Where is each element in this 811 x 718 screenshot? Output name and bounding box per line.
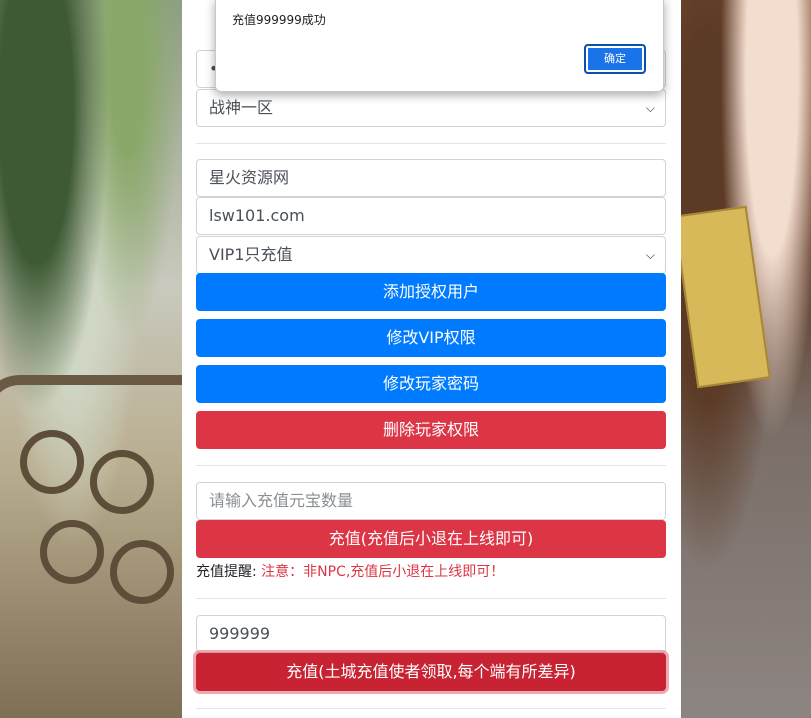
server-select-value: 战神一区 [209,98,274,117]
section-divider [196,143,666,144]
add-user-button[interactable]: 添加授权用户 [196,273,666,311]
section-divider [196,465,666,466]
user-field-value: 星火资源网 [209,168,290,187]
section-divider [196,598,666,599]
bench-curl-decoration [90,450,154,514]
recharge-amount-field[interactable]: 请输入充值元宝数量 [196,482,666,520]
mail-recharge-button[interactable]: 充值(土城充值使者领取,每个端有所差异) [196,653,666,691]
bench-curl-decoration [110,540,174,604]
user-password-field[interactable]: lsw101.com [196,197,666,235]
delete-rights-button[interactable]: 删除玩家权限 [196,411,666,449]
hint-label: 充值提醒: [196,564,257,580]
hint-warning: 注意：非NPC,充值后小退在上线即可！ [261,564,505,580]
modify-password-button[interactable]: 修改玩家密码 [196,365,666,403]
section-divider [196,708,666,709]
vip-select-value: VIP1只充值 [209,245,293,264]
user-field[interactable]: 星火资源网 [196,159,666,197]
recharge-hint: 充值提醒: 注意：非NPC,充值后小退在上线即可！ [196,561,504,581]
modify-vip-button[interactable]: 修改VIP权限 [196,319,666,357]
alert-dialog: 充值999999成功 确定 [215,0,664,92]
chevron-down-icon: ⌵ [645,248,655,262]
bench-curl-decoration [40,520,104,584]
bench-curl-decoration [20,430,84,494]
recharge-amount-placeholder: 请输入充值元宝数量 [209,491,354,510]
background-art-left [0,0,182,718]
book-decoration [681,205,771,389]
server-select[interactable]: 战神一区 ⌵ [196,89,666,127]
recharge-button[interactable]: 充值(充值后小退在上线即可) [196,520,666,558]
dialog-ok-button[interactable]: 确定 [584,44,646,74]
vip-select[interactable]: VIP1只充值 ⌵ [196,236,666,274]
chevron-down-icon: ⌵ [645,101,655,115]
mail-amount-value: 999999 [209,624,271,643]
dialog-message: 充值999999成功 [232,13,326,27]
background-art-right [681,0,811,718]
bench-decoration [0,375,182,445]
admin-panel: • 战神一区 ⌵ 星火资源网 lsw101.com VIP1只充值 ⌵ 添加授权… [182,0,681,718]
mail-amount-field[interactable]: 999999 [196,615,666,653]
user-password-value: lsw101.com [209,206,305,225]
